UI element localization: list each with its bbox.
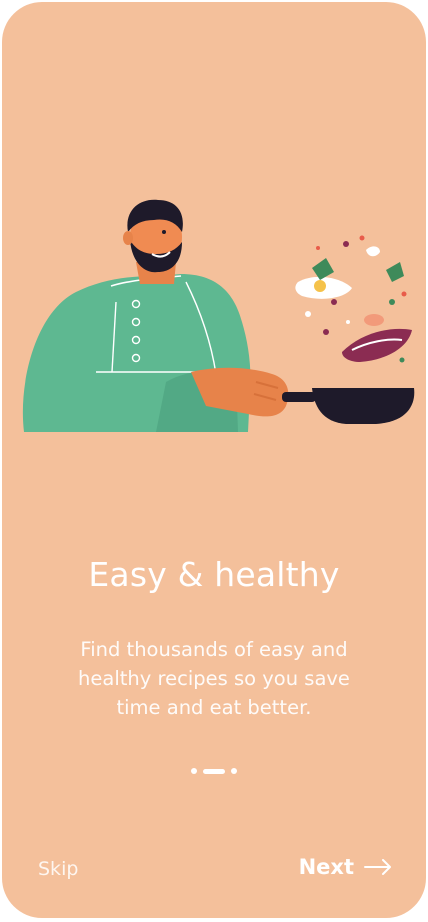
- next-label: Next: [298, 855, 354, 879]
- skip-button[interactable]: Skip: [38, 858, 78, 880]
- page-indicator: [2, 768, 426, 774]
- arrow-right-icon: [364, 859, 392, 875]
- page-dot[interactable]: [231, 768, 237, 774]
- chef-cooking-illustration: [16, 192, 426, 452]
- onboarding-description: Find thousands of easy and healthy recip…: [78, 638, 350, 719]
- page-dot[interactable]: [191, 768, 197, 774]
- onboarding-screen: Easy & healthy Find thousands of easy an…: [2, 2, 426, 918]
- onboarding-title: Easy & healthy: [88, 555, 340, 594]
- page-dot-active[interactable]: [203, 768, 225, 774]
- next-button[interactable]: Next: [299, 855, 392, 879]
